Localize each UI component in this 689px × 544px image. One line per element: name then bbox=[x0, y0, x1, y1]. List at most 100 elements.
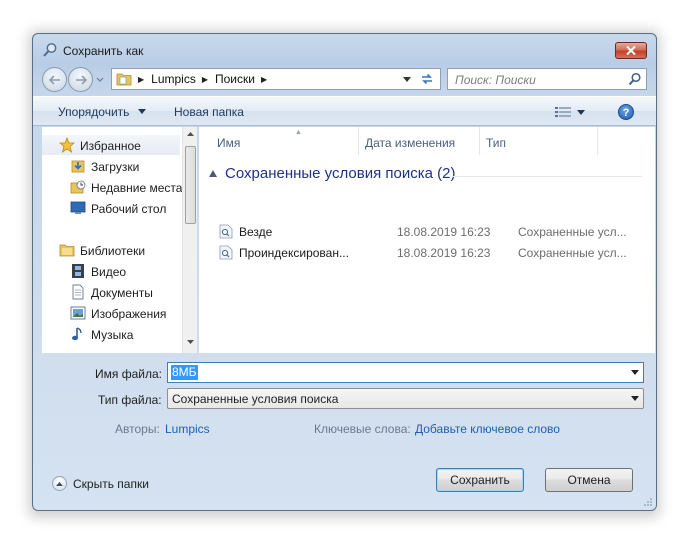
list-item[interactable]: Везде 18.08.2019 16:23 Сохраненные усл..… bbox=[219, 222, 639, 242]
group-header[interactable]: Сохраненные условия поиска (2) bbox=[209, 165, 456, 182]
nav-item-downloads[interactable]: Загрузки bbox=[42, 156, 182, 176]
filetype-value: Сохраненные условия поиска bbox=[172, 392, 339, 406]
change-view-button[interactable] bbox=[555, 105, 595, 119]
column-header-name[interactable]: Имя ▲ bbox=[211, 127, 359, 155]
nav-item-favorites[interactable]: Избранное bbox=[42, 135, 180, 155]
file-type: Сохраненные усл... bbox=[518, 246, 627, 260]
authors-value[interactable]: Lumpics bbox=[165, 422, 210, 436]
keywords-value[interactable]: Добавьте ключевое слово bbox=[415, 422, 560, 436]
music-icon bbox=[72, 327, 82, 341]
breadcrumb-separator[interactable]: ▶ bbox=[261, 75, 267, 84]
back-button[interactable] bbox=[42, 67, 67, 92]
saved-search-icon bbox=[219, 245, 233, 260]
hide-folders-label: Скрыть папки bbox=[73, 476, 149, 491]
filename-field[interactable]: 8МБ bbox=[167, 362, 644, 383]
column-header-date[interactable]: Дата изменения bbox=[359, 127, 480, 155]
cancel-button[interactable]: Отмена bbox=[545, 468, 633, 492]
close-button[interactable] bbox=[615, 42, 647, 59]
filename-value[interactable]: 8МБ bbox=[171, 365, 198, 380]
refresh-icon bbox=[422, 73, 432, 85]
breadcrumb-lumpics[interactable]: Lumpics bbox=[151, 72, 196, 86]
column-header-type[interactable]: Тип bbox=[480, 127, 598, 155]
desktop-icon bbox=[70, 201, 86, 214]
help-button[interactable]: ? bbox=[618, 104, 634, 120]
save-button[interactable]: Сохранить bbox=[436, 468, 524, 492]
search-placeholder: Поиск: Поиски bbox=[455, 73, 536, 87]
window-title: Сохранить как bbox=[63, 44, 144, 58]
breadcrumb-searches[interactable]: Поиски bbox=[215, 72, 255, 86]
breadcrumb-separator[interactable]: ▶ bbox=[202, 75, 208, 84]
nav-item-pictures[interactable]: Изображения bbox=[42, 303, 182, 323]
nav-item-recent-places[interactable]: Недавние места bbox=[42, 177, 182, 197]
search-input[interactable]: Поиск: Поиски bbox=[447, 68, 647, 90]
nav-scrollbar-thumb[interactable] bbox=[185, 146, 196, 224]
chevron-down-icon bbox=[137, 109, 146, 114]
nav-label: Изображения bbox=[91, 307, 167, 321]
keywords-label: Ключевые слова: bbox=[314, 422, 411, 436]
nav-label: Видео bbox=[91, 265, 127, 279]
filetype-select[interactable]: Сохраненные условия поиска bbox=[167, 388, 644, 409]
close-icon bbox=[626, 46, 636, 55]
command-toolbar: Упорядочить Новая папка ? bbox=[33, 96, 656, 126]
chevron-down-icon bbox=[403, 76, 411, 82]
organize-button[interactable]: Упорядочить bbox=[58, 105, 146, 119]
nav-item-desktop[interactable]: Рабочий стол bbox=[42, 198, 182, 218]
chevron-down-icon bbox=[577, 109, 585, 115]
resize-grip-icon[interactable] bbox=[643, 497, 653, 507]
address-dropdown-button[interactable] bbox=[398, 69, 416, 89]
chevron-down-icon[interactable] bbox=[631, 370, 639, 375]
column-header-label: Имя bbox=[217, 136, 241, 150]
nav-label: Избранное bbox=[80, 139, 141, 153]
file-name: Проиндексирован... bbox=[239, 246, 349, 260]
nav-scrollbar[interactable] bbox=[182, 127, 197, 353]
libraries-icon bbox=[59, 244, 75, 257]
nav-label: Недавние места bbox=[91, 181, 183, 195]
video-icon bbox=[72, 264, 84, 278]
refresh-button[interactable] bbox=[415, 69, 439, 89]
navigation-pane[interactable]: Избранное Загрузки Недавние места Рабочи… bbox=[42, 127, 197, 353]
filename-label: Имя файла: bbox=[95, 367, 162, 381]
nav-item-video[interactable]: Видео bbox=[42, 261, 182, 281]
forward-button[interactable] bbox=[68, 67, 93, 92]
saved-search-icon bbox=[219, 224, 233, 239]
organize-label: Упорядочить bbox=[58, 105, 130, 119]
nav-item-music[interactable]: Музыка bbox=[42, 324, 182, 344]
list-item[interactable]: Проиндексирован... 18.08.2019 16:23 Сохр… bbox=[219, 243, 639, 263]
search-icon[interactable] bbox=[628, 72, 642, 86]
pictures-icon bbox=[70, 306, 86, 320]
nav-label: Загрузки bbox=[91, 160, 140, 174]
file-date: 18.08.2019 16:23 bbox=[397, 246, 491, 260]
hide-folders-button[interactable]: Скрыть папки bbox=[52, 476, 149, 491]
nav-label: Документы bbox=[91, 286, 153, 300]
file-name: Везде bbox=[239, 225, 273, 239]
scroll-up-icon[interactable] bbox=[187, 132, 194, 136]
recent-places-icon bbox=[70, 180, 86, 194]
collapse-circle-icon bbox=[52, 476, 67, 491]
folder-icon bbox=[116, 73, 132, 86]
history-dropdown-icon[interactable] bbox=[95, 72, 105, 86]
documents-icon bbox=[72, 284, 84, 300]
scroll-down-icon[interactable] bbox=[187, 340, 194, 344]
collapse-triangle-icon bbox=[209, 170, 217, 177]
breadcrumb-separator[interactable]: ▶ bbox=[138, 75, 144, 84]
downloads-folder-icon bbox=[71, 160, 85, 173]
chevron-down-icon bbox=[631, 396, 639, 401]
file-type: Сохраненные усл... bbox=[518, 225, 627, 239]
nav-label: Музыка bbox=[91, 328, 134, 342]
details-view-icon bbox=[555, 107, 571, 117]
group-divider bbox=[452, 176, 642, 177]
address-bar[interactable]: ▶ Lumpics ▶ Поиски ▶ bbox=[111, 68, 441, 90]
sort-ascending-icon: ▲ bbox=[295, 129, 302, 136]
filetype-label: Тип файла: bbox=[98, 393, 162, 407]
save-as-dialog: Сохранить как ▶ Lumpics ▶ Поиски ▶ Поиск… bbox=[32, 33, 657, 511]
new-folder-button[interactable]: Новая папка bbox=[174, 105, 244, 119]
star-icon bbox=[59, 137, 75, 153]
file-list-pane[interactable]: Имя ▲ Дата изменения Тип Сохраненные усл… bbox=[199, 127, 655, 353]
authors-label: Авторы: bbox=[115, 422, 160, 436]
title-bar[interactable]: Сохранить как bbox=[33, 34, 656, 66]
file-date: 18.08.2019 16:23 bbox=[397, 225, 491, 239]
nav-item-libraries[interactable]: Библиотеки bbox=[42, 240, 182, 260]
nav-label: Библиотеки bbox=[80, 244, 146, 258]
column-header-label: Дата изменения bbox=[365, 136, 456, 150]
nav-item-documents[interactable]: Документы bbox=[42, 282, 182, 302]
